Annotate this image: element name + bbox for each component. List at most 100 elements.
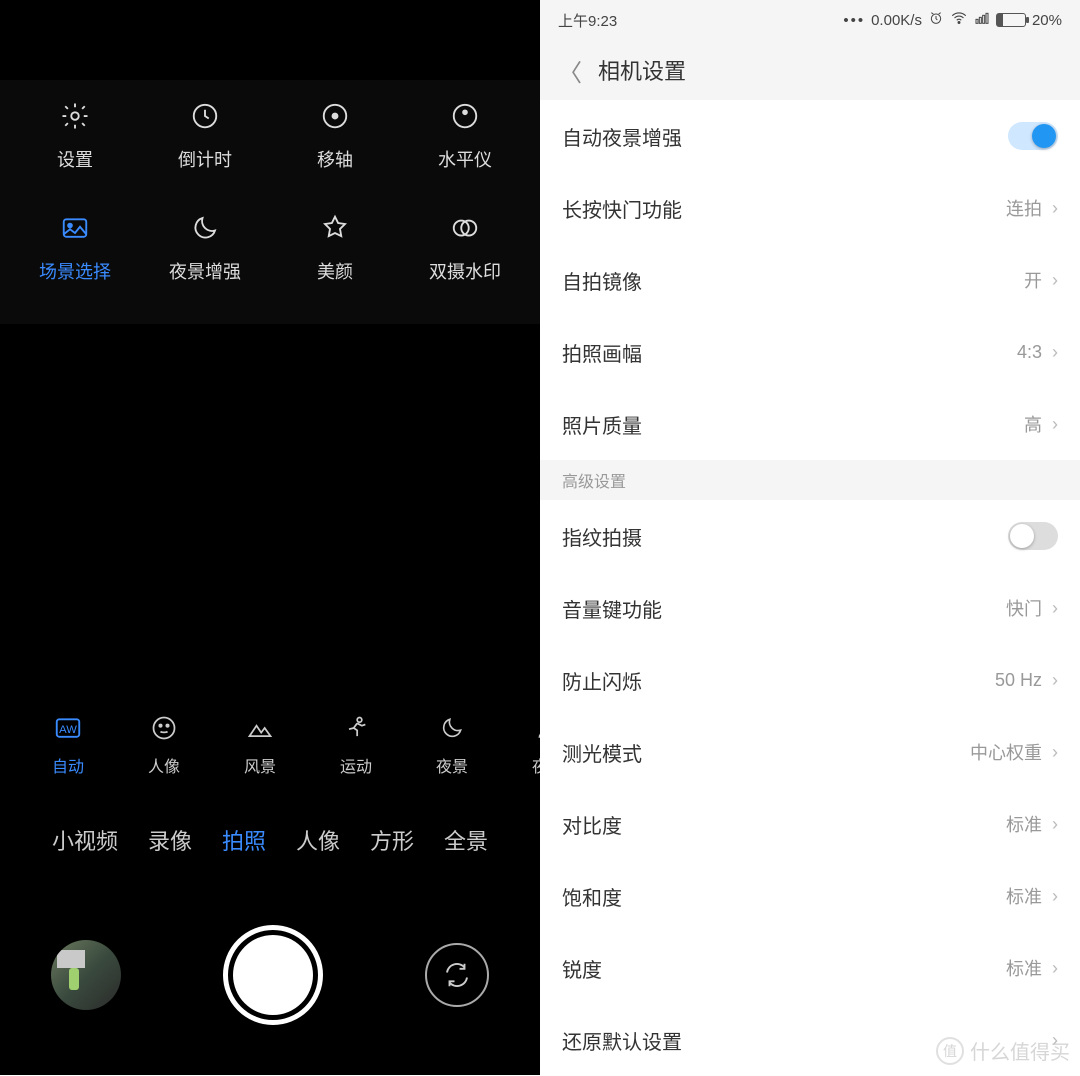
alarm-icon [928,10,944,30]
camera-flip-button[interactable] [425,943,489,1007]
row-value: 标准 [1006,955,1042,981]
row-aspect[interactable]: 拍照画幅 4:3› [540,316,1080,388]
row-value: 连拍 [1006,195,1042,221]
mode-selector[interactable]: 小视频 录像 拍照 人像 方形 全景 [0,805,540,875]
status-time: 上午9:23 [558,10,617,31]
chevron-right-icon: › [1052,598,1058,619]
mode-photo[interactable]: 拍照 [222,824,266,856]
chevron-right-icon: › [1052,958,1058,979]
row-label: 拍照画幅 [562,338,642,367]
scene-label: 夜景 [532,753,540,777]
section-header-advanced: 高级设置 [540,460,1080,500]
row-value: 标准 [1006,811,1042,837]
toggle-auto-night[interactable] [1008,122,1058,150]
row-label: 防止闪烁 [562,666,642,695]
row-volume-key[interactable]: 音量键功能 快门› [540,572,1080,644]
chevron-right-icon: › [1052,886,1058,907]
row-quality[interactable]: 照片质量 高› [540,388,1080,460]
option-label: 夜景增强 [169,258,241,284]
scene-label: 夜景 [436,753,468,777]
mode-video[interactable]: 录像 [148,824,192,856]
svg-text:AW: AW [59,724,77,736]
scene-label: 人像 [148,753,180,777]
settings-titlebar: 〈 相机设置 [540,40,1080,100]
row-metering[interactable]: 测光模式 中心权重› [540,716,1080,788]
settings-group-1: 自动夜景增强 长按快门功能 连拍 › 自拍镜像 开› 拍照画幅 4:3› 照片质量… [540,100,1080,460]
runner-icon [341,713,371,743]
row-label: 还原默认设置 [562,1026,682,1055]
camera-settings-screen: 上午9:23 ••• 0.00K/s 20% 〈 相机设置 自动夜景增强 长按快 [540,0,1080,1075]
chevron-right-icon: › [1052,814,1058,835]
scene-selector[interactable]: AW 自动 人像 风景 运动 夜景 [0,685,540,805]
row-contrast[interactable]: 对比度 标准 › [540,788,1080,860]
chevron-right-icon: › [1052,198,1058,219]
clock-icon [189,100,221,132]
scene-night[interactable]: 夜景 [404,713,500,777]
mode-portrait[interactable]: 人像 [296,824,340,856]
option-dual-watermark[interactable]: 双摄水印 [400,212,530,284]
battery-icon [996,13,1026,27]
mode-square[interactable]: 方形 [370,824,414,856]
target-icon [319,100,351,132]
chevron-right-icon: › [1052,414,1058,435]
chevron-right-icon: › [1052,742,1058,763]
row-saturation[interactable]: 饱和度 标准 › [540,860,1080,932]
row-reset-defaults[interactable]: 还原默认设置 › [540,1004,1080,1076]
shutter-bar [0,875,540,1075]
mode-pano[interactable]: 全景 [444,824,488,856]
viewfinder[interactable] [0,324,540,685]
row-sharpness[interactable]: 锐度 标准 › [540,932,1080,1004]
option-label: 倒计时 [178,146,232,172]
face-icon [149,713,179,743]
option-beauty[interactable]: 美颜 [270,212,400,284]
row-value: 50 Hz [995,670,1042,691]
scene-night2[interactable]: 夜景 [500,713,540,777]
scene-auto[interactable]: AW 自动 [20,713,116,777]
battery-percent: 20% [1032,12,1062,29]
gallery-thumbnail[interactable] [51,940,121,1010]
row-long-press[interactable]: 长按快门功能 连拍 › [540,172,1080,244]
chevron-right-icon: › [1052,1030,1058,1051]
mountain-icon [245,713,275,743]
row-label: 对比度 [562,810,622,839]
status-right: ••• 0.00K/s 20% [843,9,1062,31]
row-fingerprint[interactable]: 指纹拍摄 [540,500,1080,572]
row-value: 中心权重 [970,739,1042,765]
row-selfie-mirror[interactable]: 自拍镜像 开› [540,244,1080,316]
row-label: 锐度 [562,954,602,983]
camera-options-panel: 设置 倒计时 移轴 水平仪 场景选择 [0,80,540,324]
toggle-fingerprint[interactable] [1008,522,1058,550]
row-anti-flicker[interactable]: 防止闪烁 50 Hz › [540,644,1080,716]
shutter-button[interactable] [223,925,323,1025]
option-scene-select[interactable]: 场景选择 [10,212,140,284]
option-settings[interactable]: 设置 [10,100,140,172]
section-label: 高级设置 [562,468,626,492]
scene-portrait[interactable]: 人像 [116,713,212,777]
scene-landscape[interactable]: 风景 [212,713,308,777]
wifi-icon [950,9,968,31]
row-value: 标准 [1006,883,1042,909]
option-label: 设置 [57,146,93,172]
chevron-right-icon: › [1052,670,1058,691]
option-label: 场景选择 [39,258,111,284]
person-icon [533,713,540,743]
star-icon [319,212,351,244]
row-label: 照片质量 [562,410,642,439]
chevron-right-icon: › [1052,270,1058,291]
chevron-right-icon: › [1052,342,1058,363]
option-label: 美颜 [317,258,353,284]
mode-shortvideo[interactable]: 小视频 [52,824,118,856]
option-level[interactable]: 水平仪 [400,100,530,172]
gear-icon [59,100,91,132]
row-label: 长按快门功能 [562,194,682,223]
network-speed: 0.00K/s [871,12,922,29]
signal-icon [974,10,990,30]
level-icon [449,100,481,132]
row-auto-night[interactable]: 自动夜景增强 [540,100,1080,172]
row-label: 饱和度 [562,882,622,911]
option-tiltshift[interactable]: 移轴 [270,100,400,172]
scene-sport[interactable]: 运动 [308,713,404,777]
back-icon[interactable]: 〈 [558,53,582,88]
option-timer[interactable]: 倒计时 [140,100,270,172]
option-night-enhance[interactable]: 夜景增强 [140,212,270,284]
